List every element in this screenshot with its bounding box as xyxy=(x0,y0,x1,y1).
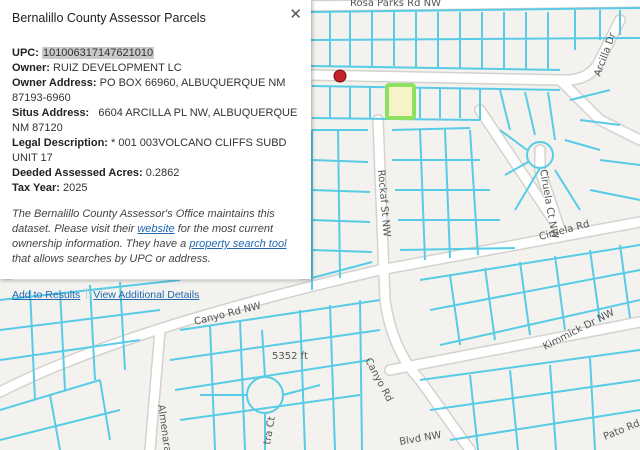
upc-value: 101006317147621010 xyxy=(41,47,155,59)
label-rosa-parks: Rosa Parks Rd NW xyxy=(350,0,441,9)
popup-actions: Add to Results View Additional Details xyxy=(12,288,299,301)
label-elevation: 5352 ft xyxy=(272,351,308,362)
field-owner-address: Owner Address: PO BOX 66960, ALBUQUERQUE… xyxy=(12,76,299,106)
popup-divider xyxy=(12,279,299,280)
close-icon[interactable]: ✕ xyxy=(289,7,302,22)
parcel-fields: UPC: 101006317147621010 Owner: RUIZ DEVE… xyxy=(12,46,299,196)
selected-parcel[interactable] xyxy=(385,83,416,120)
field-owner: Owner: RUIZ DEVELOPMENT LC xyxy=(12,61,299,76)
situs-label: Situs Address: xyxy=(12,107,90,119)
property-search-link[interactable]: property search tool xyxy=(189,238,286,250)
field-upc: UPC: 101006317147621010 xyxy=(12,46,299,61)
tax-year-label: Tax Year: xyxy=(12,182,60,194)
field-tax-year: Tax Year: 2025 xyxy=(12,181,299,196)
upc-label: UPC: xyxy=(12,47,39,59)
owner-address-label: Owner Address: xyxy=(12,77,97,89)
owner-label: Owner: xyxy=(12,62,50,74)
legal-label: Legal Description: xyxy=(12,137,108,149)
popup-title: Bernalillo County Assessor Parcels xyxy=(12,11,206,25)
add-to-results-link[interactable]: Add to Results xyxy=(12,289,80,301)
tax-year-value: 2025 xyxy=(62,182,88,194)
dataset-description: The Bernalillo County Assessor's Office … xyxy=(12,207,299,267)
website-link[interactable]: website xyxy=(137,223,174,235)
field-situs-address: Situs Address: 6604 ARCILLA PL NW, ALBUQ… xyxy=(12,106,299,136)
field-legal-description: Legal Description: * 001 003VOLCANO CLIF… xyxy=(12,136,299,166)
acres-value: 0.2862 xyxy=(145,167,180,179)
action-separator xyxy=(86,288,88,299)
description-text-3: that allows searches by UPC or address. xyxy=(12,253,211,265)
parcel-info-popup: Bernalillo County Assessor Parcels ✕ UPC… xyxy=(0,0,311,301)
location-marker[interactable] xyxy=(333,69,347,83)
acres-label: Deeded Assessed Acres: xyxy=(12,167,143,179)
view-details-link[interactable]: View Additional Details xyxy=(93,289,199,301)
field-deeded-acres: Deeded Assessed Acres: 0.2862 xyxy=(12,166,299,181)
owner-value: RUIZ DEVELOPMENT LC xyxy=(52,62,182,74)
